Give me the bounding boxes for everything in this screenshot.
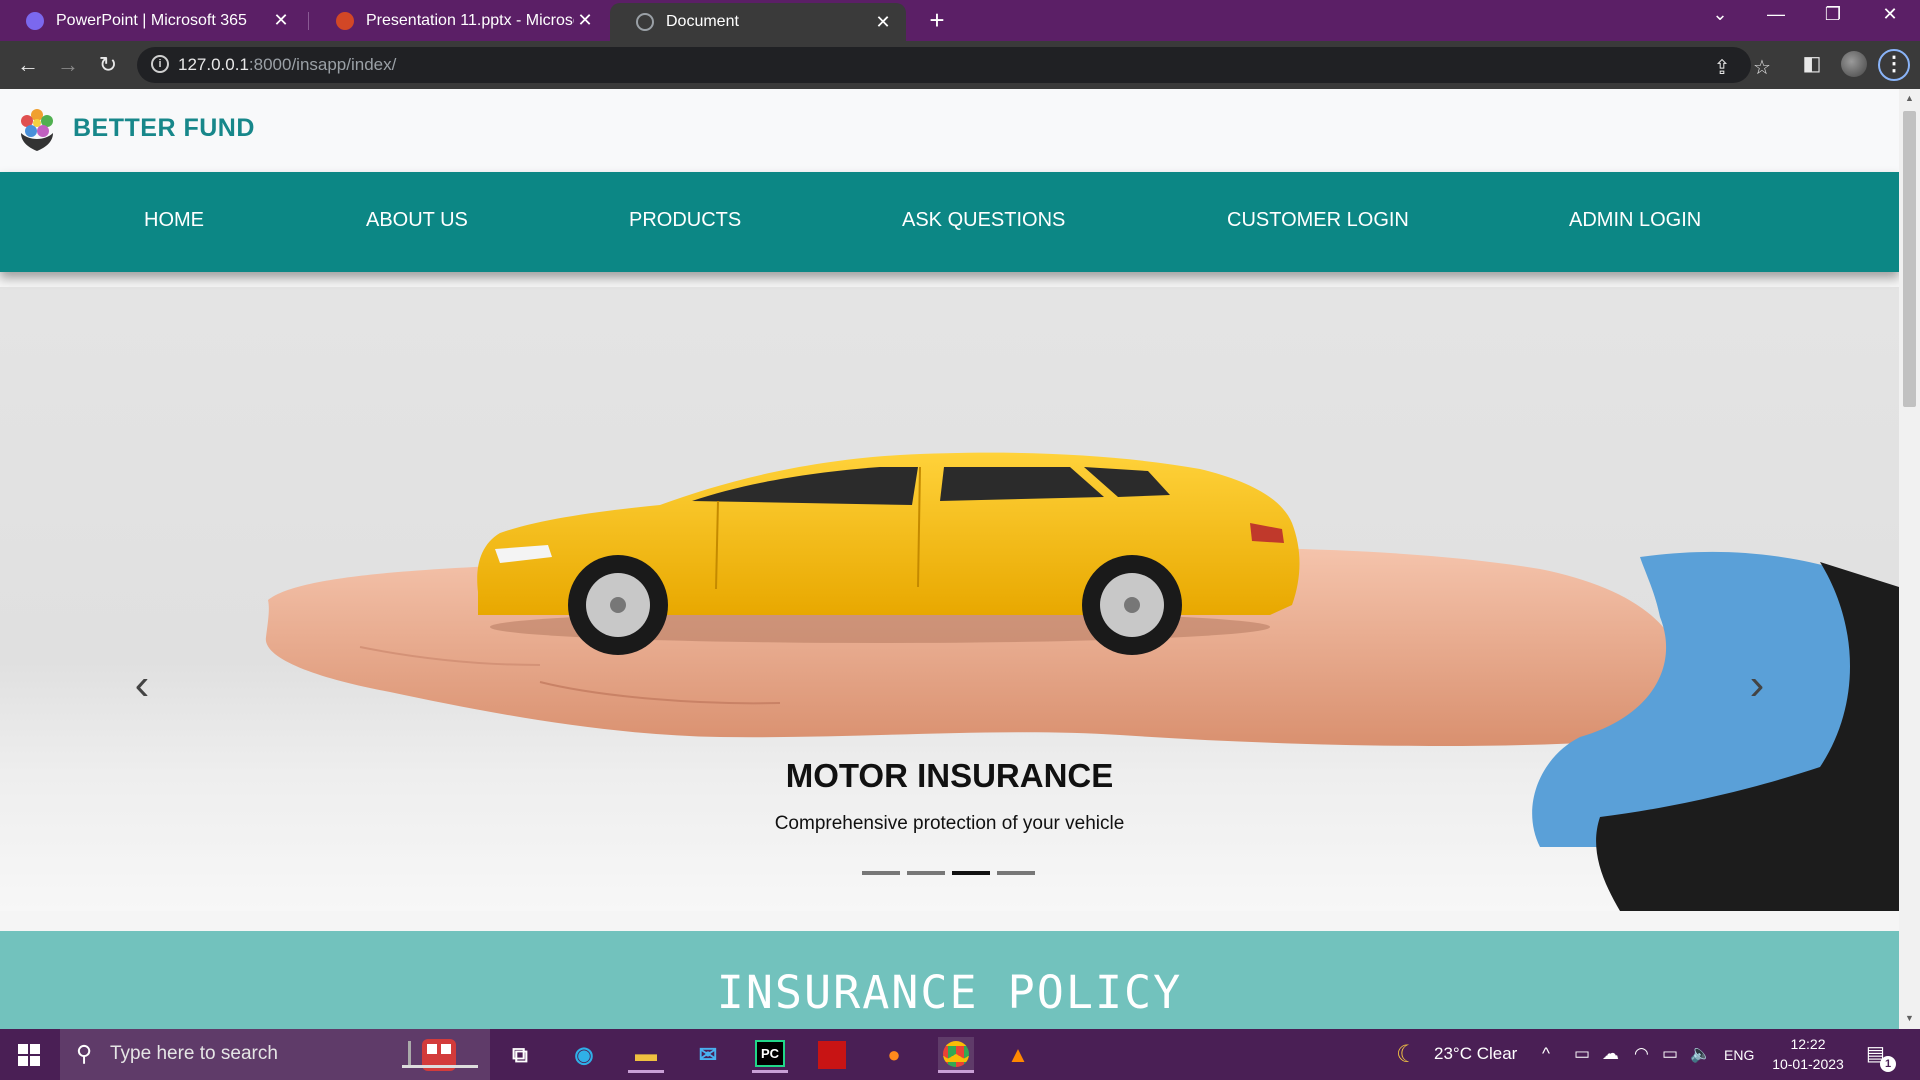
language-indicator[interactable]: ENG — [1724, 1047, 1754, 1063]
url-text[interactable]: 127.0.0.1:8000/insapp/index/ — [178, 55, 396, 75]
chrome-icon[interactable] — [938, 1037, 974, 1073]
page-viewport: BETTER FUND HOME ABOUT US PRODUCTS ASK Q… — [0, 89, 1899, 1029]
tab-document[interactable]: Document ✕ — [610, 3, 906, 41]
tab-separator — [308, 12, 309, 30]
close-tab-icon[interactable]: ✕ — [872, 12, 894, 33]
wifi-icon[interactable]: ◠ — [1634, 1044, 1649, 1064]
nav-customer-login[interactable]: CUSTOMER LOGIN — [1227, 209, 1409, 232]
new-tab-button[interactable]: + — [922, 5, 952, 36]
side-panel-icon[interactable]: ◧ — [1798, 51, 1826, 76]
carousel-indicators — [862, 871, 1035, 875]
vlc-icon[interactable]: ▲ — [1000, 1037, 1036, 1073]
battery-icon[interactable]: ▭ — [1662, 1044, 1678, 1064]
minimize-icon[interactable]: — — [1756, 4, 1796, 25]
clock-date: 10-01-2023 — [1772, 1056, 1844, 1072]
powerpoint-favicon-icon — [336, 11, 354, 30]
windows-taskbar: ⚲ Type here to search ⧉ ◉ ▬ ✉ PC ● ▲ ☾ 2… — [0, 1029, 1920, 1080]
nav-admin-login[interactable]: ADMIN LOGIN — [1569, 209, 1701, 232]
search-icon: ⚲ — [76, 1041, 93, 1066]
back-arrow-icon[interactable]: ← — [12, 49, 44, 81]
kebab-menu-icon[interactable]: ⋮ — [1878, 49, 1910, 81]
tab-powerpoint[interactable]: PowerPoint | Microsoft 365 ✕ — [0, 0, 304, 41]
carousel-caption-title: MOTOR INSURANCE — [785, 757, 1114, 794]
page-scrollbar[interactable]: ▲ ▼ — [1899, 89, 1920, 1029]
tab-presentation[interactable]: Presentation 11.pptx - Microsoft ✕ — [310, 0, 608, 41]
section-title: INSURANCE POLICY — [716, 966, 1183, 1019]
windows-start-icon[interactable] — [18, 1044, 40, 1066]
browser-tab-strip: PowerPoint | Microsoft 365 ✕ Presentatio… — [0, 0, 1920, 41]
onedrive-icon[interactable]: ☁ — [1602, 1044, 1619, 1064]
address-bar[interactable]: i 127.0.0.1:8000/insapp/index/ ⇪ ☆ — [137, 47, 1771, 83]
task-view-icon[interactable]: ⧉ — [502, 1037, 538, 1073]
tab-search-chevron-icon[interactable]: ⌄ — [1700, 4, 1740, 25]
browser-toolbar: ← → ↻ i 127.0.0.1:8000/insapp/index/ ⇪ ☆… — [0, 41, 1920, 89]
share-icon[interactable]: ⇪ — [1709, 55, 1735, 80]
forward-arrow-icon[interactable]: → — [52, 49, 84, 81]
bookmark-star-icon[interactable]: ☆ — [1749, 55, 1775, 80]
pycharm-icon[interactable]: PC — [752, 1037, 788, 1073]
mail-icon[interactable]: ✉ — [690, 1037, 726, 1073]
volume-icon[interactable]: 🔈 — [1690, 1044, 1711, 1064]
moon-weather-icon: ☾ — [1396, 1041, 1418, 1068]
carousel-caption-subtitle: Comprehensive protection of your vehicle — [774, 813, 1125, 834]
carousel-indicator-3[interactable] — [952, 871, 990, 875]
hero-carousel: ‹ › MOTOR INSURANCE Comprehensive protec… — [0, 287, 1899, 911]
nav-products[interactable]: PRODUCTS — [629, 209, 741, 232]
scrollbar-thumb[interactable] — [1903, 111, 1916, 407]
clock-time: 12:22 — [1790, 1036, 1826, 1052]
taskbar-clock[interactable]: 12:22 10-01-2023 — [1770, 1034, 1846, 1074]
reload-icon[interactable]: ↻ — [92, 49, 124, 81]
site-header: BETTER FUND — [0, 89, 1899, 172]
carousel-next-icon[interactable]: › — [1737, 660, 1777, 710]
powerpoint365-favicon-icon — [26, 11, 44, 30]
file-explorer-icon[interactable]: ▬ — [628, 1037, 664, 1073]
insurance-policy-section: INSURANCE POLICY — [0, 931, 1899, 1029]
close-tab-icon[interactable]: ✕ — [574, 10, 596, 31]
edge-icon[interactable]: ◉ — [566, 1037, 602, 1073]
brand-name[interactable]: BETTER FUND — [73, 114, 255, 143]
acrobat-icon[interactable] — [814, 1037, 850, 1073]
close-window-icon[interactable]: ✕ — [1870, 4, 1910, 25]
restore-icon[interactable]: ❐ — [1813, 4, 1853, 25]
search-highlight-train-icon — [402, 1039, 478, 1071]
nav-home[interactable]: HOME — [144, 209, 204, 232]
tab-title: PowerPoint | Microsoft 365 — [56, 11, 247, 29]
meet-now-icon[interactable]: ▭ — [1574, 1044, 1590, 1064]
nav-about-us[interactable]: ABOUT US — [366, 209, 468, 232]
firefox-icon[interactable]: ● — [876, 1037, 912, 1073]
nav-ask-questions[interactable]: ASK QUESTIONS — [902, 209, 1065, 232]
carousel-indicator-1[interactable] — [862, 871, 900, 875]
weather-text[interactable]: 23°C Clear — [1434, 1044, 1517, 1064]
tab-title: Document — [666, 13, 739, 30]
search-placeholder: Type here to search — [110, 1043, 278, 1064]
tray-chevron-up-icon[interactable]: ^ — [1542, 1044, 1550, 1064]
main-navbar: HOME ABOUT US PRODUCTS ASK QUESTIONS CUS… — [0, 172, 1899, 272]
carousel-indicator-2[interactable] — [907, 871, 945, 875]
carousel-indicator-4[interactable] — [997, 871, 1035, 875]
site-info-icon[interactable]: i — [151, 55, 169, 73]
taskbar-search-box[interactable]: ⚲ Type here to search — [60, 1029, 490, 1080]
scroll-down-icon[interactable]: ▼ — [1905, 1013, 1914, 1023]
scroll-up-icon[interactable]: ▲ — [1905, 93, 1914, 103]
notification-badge: 1 — [1880, 1056, 1896, 1072]
profile-avatar[interactable] — [1841, 51, 1867, 77]
better-fund-logo-icon — [21, 109, 53, 151]
globe-favicon-icon — [636, 13, 654, 31]
tab-title: Presentation 11.pptx - Microsoft — [366, 11, 574, 29]
carousel-prev-icon[interactable]: ‹ — [122, 660, 162, 710]
close-tab-icon[interactable]: ✕ — [270, 10, 292, 31]
